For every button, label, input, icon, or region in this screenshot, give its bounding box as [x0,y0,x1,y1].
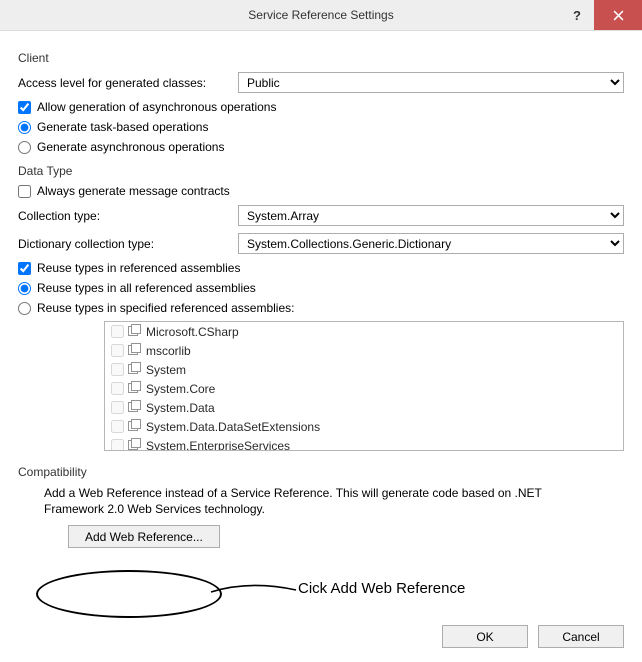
ok-button[interactable]: OK [442,625,528,648]
annotation-ellipse [36,570,222,618]
list-item: System.Data [105,398,623,417]
collection-type-label: Collection type: [18,209,238,223]
compat-text: Add a Web Reference instead of a Service… [44,485,598,517]
close-button[interactable] [594,0,642,30]
assembly-name: Microsoft.CSharp [146,325,239,339]
gen-async-label: Generate asynchronous operations [37,140,224,154]
collection-type-select[interactable]: System.Array [238,205,624,226]
always-contracts-label: Always generate message contracts [37,184,230,198]
list-item: System.Data.DataSetExtensions [105,417,623,436]
reuse-all-radio[interactable] [18,282,31,295]
close-icon [613,10,624,21]
assembly-checkbox [111,363,124,376]
annotation-text: Cick Add Web Reference [298,580,465,597]
allow-async-label: Allow generation of asynchronous operati… [37,100,276,114]
assembly-checkbox [111,325,124,338]
assembly-name: System [146,363,186,377]
list-item: System [105,360,623,379]
titlebar: Service Reference Settings ? [0,0,642,31]
dict-type-label: Dictionary collection type: [18,237,238,251]
client-group-label: Client [18,51,624,65]
access-level-select[interactable]: Public [238,72,624,93]
gen-task-radio[interactable] [18,121,31,134]
window-title: Service Reference Settings [248,8,393,22]
assembly-icon [128,438,142,451]
list-item: System.Core [105,379,623,398]
assembly-name: System.Data [146,401,215,415]
access-level-label: Access level for generated classes: [18,76,238,90]
assembly-name: mscorlib [146,344,191,358]
assemblies-list[interactable]: Microsoft.CSharp mscorlib System System.Cor… [104,321,624,451]
assembly-checkbox [111,382,124,395]
help-button[interactable]: ? [560,0,594,30]
list-item: System.EnterpriseServices [105,436,623,451]
list-item: mscorlib [105,341,623,360]
cancel-button[interactable]: Cancel [538,625,624,648]
assembly-icon [128,362,142,377]
assembly-icon [128,400,142,415]
gen-async-radio[interactable] [18,141,31,154]
assembly-name: System.Core [146,382,215,396]
assembly-checkbox [111,344,124,357]
dialog-footer: OK Cancel [442,625,624,648]
gen-task-label: Generate task-based operations [37,120,208,134]
reuse-types-checkbox[interactable] [18,262,31,275]
assembly-checkbox [111,420,124,433]
annotation-arrow [210,582,300,602]
reuse-specified-radio[interactable] [18,302,31,315]
reuse-types-label: Reuse types in referenced assemblies [37,261,240,275]
compat-group-label: Compatibility [18,465,624,479]
always-contracts-checkbox[interactable] [18,185,31,198]
datatype-group-label: Data Type [18,164,624,178]
add-web-reference-button[interactable]: Add Web Reference... [68,525,220,548]
dict-type-select[interactable]: System.Collections.Generic.Dictionary [238,233,624,254]
assembly-name: System.EnterpriseServices [146,439,290,452]
assembly-checkbox [111,401,124,414]
reuse-specified-label: Reuse types in specified referenced asse… [37,301,294,315]
allow-async-checkbox[interactable] [18,101,31,114]
assembly-icon [128,343,142,358]
list-item: Microsoft.CSharp [105,322,623,341]
assembly-checkbox [111,439,124,451]
assembly-name: System.Data.DataSetExtensions [146,420,320,434]
reuse-all-label: Reuse types in all referenced assemblies [37,281,256,295]
assembly-icon [128,324,142,339]
assembly-icon [128,381,142,396]
window-controls: ? [560,0,642,30]
assembly-icon [128,419,142,434]
